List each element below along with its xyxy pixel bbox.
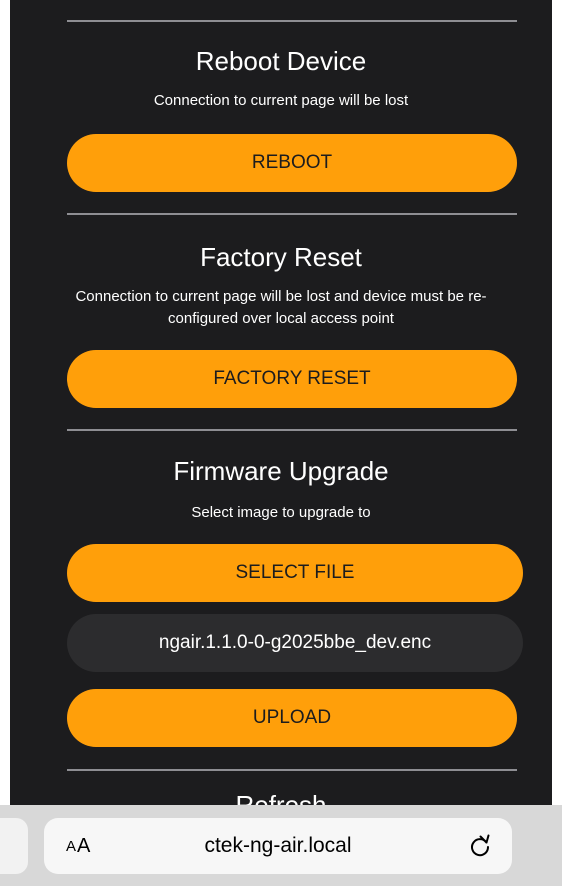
divider <box>67 213 517 215</box>
reload-icon[interactable] <box>466 832 494 860</box>
factory-reset-title: Factory Reset <box>200 242 362 272</box>
reboot-description: Connection to current page will be lost <box>153 92 409 109</box>
url-text[interactable]: ctek-ng-air.local <box>44 818 512 874</box>
factory-reset-description: Connection to current page will be lost … <box>75 288 487 327</box>
web-content: Reboot Device Connection to current page… <box>10 0 552 886</box>
divider <box>67 429 517 431</box>
divider <box>67 769 517 771</box>
previous-tab-peek[interactable] <box>0 818 28 874</box>
page-edge-left <box>0 0 10 886</box>
page-edge-right <box>552 0 562 886</box>
firmware-upgrade-description: Select image to upgrade to <box>191 504 371 521</box>
screen: Reboot Device Connection to current page… <box>0 0 562 886</box>
browser-toolbar: AA ctek-ng-air.local <box>0 805 562 886</box>
reboot-button[interactable]: REBOOT <box>67 134 517 192</box>
upload-button[interactable]: UPLOAD <box>67 689 517 747</box>
address-bar[interactable]: AA ctek-ng-air.local <box>44 818 512 874</box>
select-file-button[interactable]: SELECT FILE <box>67 544 523 602</box>
firmware-upgrade-title: Firmware Upgrade <box>173 456 389 486</box>
selected-file-field[interactable]: ngair.1.1.0-0-g2025bbe_dev.enc <box>67 614 523 672</box>
divider <box>67 20 517 22</box>
reboot-title: Reboot Device <box>195 46 367 76</box>
reload-icon-graphic <box>471 834 490 857</box>
factory-reset-button[interactable]: FACTORY RESET <box>67 350 517 408</box>
